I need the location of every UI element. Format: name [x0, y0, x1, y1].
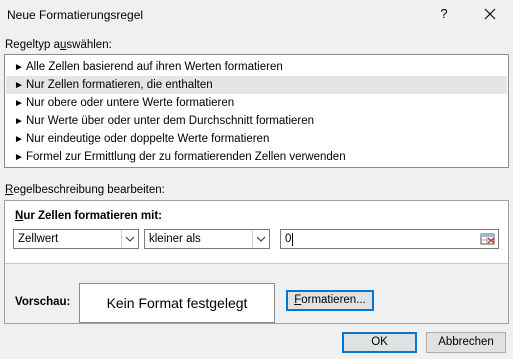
- preview-label: Vorschau:: [15, 296, 71, 308]
- value-input[interactable]: 0: [280, 229, 499, 249]
- arrow-icon: ►: [14, 80, 24, 91]
- preview-box: Kein Format festgelegt: [79, 283, 275, 323]
- range-selector-button[interactable]: [479, 231, 497, 247]
- close-icon: [484, 8, 496, 20]
- arrow-icon: ►: [14, 98, 24, 109]
- cancel-button[interactable]: Abbrechen: [426, 332, 506, 353]
- arrow-icon: ►: [14, 152, 24, 163]
- text-caret: [292, 233, 293, 246]
- chevron-down-icon[interactable]: [252, 230, 269, 248]
- condition-field-select[interactable]: Zellwert: [13, 229, 139, 249]
- rule-description-label: Regelbeschreibung bearbeiten:: [5, 184, 165, 196]
- arrow-icon: ►: [14, 134, 24, 145]
- rule-type-item-top-bottom[interactable]: ► Nur obere oder untere Werte formatieren: [6, 94, 507, 112]
- close-button[interactable]: [476, 2, 504, 26]
- format-cells-with-label: Nur Zellen formatieren mit:: [15, 210, 162, 222]
- rule-type-item-above-below-average[interactable]: ► Nur Werte über oder unter dem Durchschn…: [6, 112, 507, 130]
- arrow-icon: ►: [14, 116, 24, 127]
- rule-type-label: Regeltyp auswählen:: [5, 39, 112, 51]
- arrow-icon: ►: [14, 62, 24, 73]
- title-bar: Neue Formatierungsregel ?: [0, 0, 513, 30]
- chevron-down-icon[interactable]: [121, 230, 138, 248]
- rule-type-list[interactable]: ► Alle Zellen basierend auf ihren Werten …: [4, 54, 509, 168]
- rule-description-panel: Nur Zellen formatieren mit: Zellwert kle…: [4, 200, 509, 324]
- format-button[interactable]: Formatieren...: [286, 290, 374, 311]
- operator-select[interactable]: kleiner als: [144, 229, 270, 249]
- rule-type-item-all-cells[interactable]: ► Alle Zellen basierend auf ihren Werten …: [6, 58, 507, 76]
- rule-type-item-cells-containing[interactable]: ► Nur Zellen formatieren, die enthalten: [6, 76, 507, 94]
- help-button[interactable]: ?: [434, 4, 454, 24]
- condition-panel: Nur Zellen formatieren mit: Zellwert kle…: [5, 201, 508, 264]
- range-select-icon: [480, 233, 495, 245]
- rule-type-item-unique-duplicate[interactable]: ► Nur eindeutige oder doppelte Werte form…: [6, 130, 507, 148]
- ok-button[interactable]: OK: [342, 332, 417, 353]
- dialog-title: Neue Formatierungsregel: [7, 8, 144, 22]
- rule-type-item-formula[interactable]: ► Formel zur Ermittlung der zu formatiere…: [6, 148, 507, 166]
